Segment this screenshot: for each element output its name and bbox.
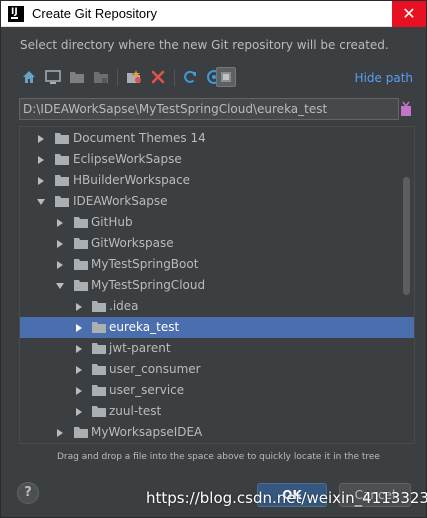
expand-arrow-icon[interactable] (55, 239, 65, 249)
expand-arrow-icon[interactable] (55, 428, 65, 438)
tree-item-label: GitHub (91, 215, 133, 229)
expand-arrow-icon[interactable] (74, 344, 84, 354)
tree-item[interactable]: GitHub (20, 212, 402, 233)
expand-arrow-icon[interactable] (74, 365, 84, 375)
tree-item-label: Document Themes 14 (73, 131, 206, 145)
folder-icon (74, 217, 88, 228)
create-git-repository-dialog: IJ Create Git Repository ✕ Select direct… (0, 0, 427, 518)
refresh-icon[interactable] (181, 68, 199, 86)
folder-icon (74, 280, 88, 291)
folder-icon (55, 154, 69, 165)
watermark-overlay: https://blog.csdn.net/weixin_41133233 (146, 489, 427, 507)
new-folder-icon[interactable] (125, 68, 143, 86)
path-field[interactable]: D:\IDEAWorkSapse\MyTestSpringCloud\eurek… (19, 98, 399, 120)
intellij-app-icon: IJ (8, 6, 24, 22)
project-icon[interactable] (68, 68, 86, 86)
delete-icon[interactable] (149, 68, 167, 86)
folder-icon (74, 427, 88, 438)
tree-item[interactable]: zuul-test (20, 401, 402, 422)
folder-icon (55, 175, 69, 186)
tree-item[interactable]: MyTestSpringBoot (20, 254, 402, 275)
help-button[interactable]: ? (17, 482, 39, 504)
tree-item-label: MyWorksapseIDEA (91, 425, 203, 439)
home-icon[interactable] (20, 68, 38, 86)
folder-icon (92, 406, 106, 417)
tree-item[interactable]: .idea (20, 296, 402, 317)
tree-item[interactable]: MyWorksapseIDEA (20, 422, 402, 443)
folder-icon (92, 385, 106, 396)
expand-arrow-icon[interactable] (74, 407, 84, 417)
title-bar: IJ Create Git Repository ✕ (1, 1, 426, 27)
toolbar-separator (117, 69, 118, 86)
tree-item-label: HBuilderWorkspace (73, 173, 191, 187)
collapse-arrow-icon[interactable] (55, 281, 65, 291)
collapse-arrow-icon[interactable] (36, 197, 46, 207)
tree-item[interactable]: Document Themes 14 (20, 128, 402, 149)
tree-item-label: eureka_test (109, 320, 180, 334)
tree-item-label: .idea (109, 299, 139, 313)
close-button[interactable]: ✕ (392, 1, 426, 27)
tree-item-label: jwt-parent (109, 341, 171, 355)
tree-item-label: MyTestSpringBoot (91, 257, 199, 271)
desktop-icon[interactable] (44, 68, 62, 86)
tree-item[interactable]: IDEAWorkSapse (20, 191, 402, 212)
show-hidden-icon[interactable] (216, 67, 236, 87)
folder-icon (74, 238, 88, 249)
tree-item-label: user_service (109, 383, 185, 397)
file-chooser-toolbar: Hide path (19, 67, 419, 89)
expand-arrow-icon[interactable] (74, 323, 84, 333)
tree-item-label: EclipseWorkSapse (73, 152, 182, 166)
expand-arrow-icon[interactable] (55, 260, 65, 270)
toolbar-separator (174, 69, 175, 86)
expand-arrow-icon[interactable] (74, 386, 84, 396)
tree-item-selected[interactable]: eureka_test (20, 317, 414, 338)
tree-item[interactable]: user_consumer (20, 359, 402, 380)
tree-item[interactable]: MyTestSpringCloud (20, 275, 402, 296)
window-title: Create Git Repository (32, 6, 157, 21)
tree-scrollbar[interactable] (403, 177, 410, 295)
tree-item[interactable]: EclipseWorkSapse (20, 149, 402, 170)
expand-arrow-icon[interactable] (55, 218, 65, 228)
tree-item-label: IDEAWorkSapse (73, 194, 168, 208)
tree-item[interactable]: GitWorkspase (20, 233, 402, 254)
hide-path-link[interactable]: Hide path (355, 71, 413, 85)
tree-item-label: user_consumer (109, 362, 201, 376)
drag-drop-hint: Drag and drop a file into the space abov… (57, 452, 380, 462)
folder-icon (92, 364, 106, 375)
tree-item-label: MyTestSpringCloud (91, 278, 206, 292)
folder-icon (55, 196, 69, 207)
expand-arrow-icon[interactable] (36, 155, 46, 165)
expand-arrow-icon[interactable] (36, 134, 46, 144)
tree-item-label: zuul-test (109, 404, 162, 418)
directory-tree[interactable]: Document Themes 14 EclipseWorkSapse HBui… (19, 126, 415, 444)
folder-icon (92, 343, 106, 354)
path-history-icon[interactable] (400, 100, 412, 118)
folder-icon (92, 301, 106, 312)
path-input-value[interactable]: D:\IDEAWorkSapse\MyTestSpringCloud\eurek… (23, 102, 327, 116)
folder-icon (55, 133, 69, 144)
tree-item[interactable]: HBuilderWorkspace (20, 170, 402, 191)
dialog-description: Select directory where the new Git repos… (20, 38, 389, 52)
module-icon[interactable] (92, 68, 110, 86)
expand-arrow-icon[interactable] (36, 176, 46, 186)
tree-item-label: GitWorkspase (91, 236, 174, 250)
folder-icon (74, 259, 88, 270)
folder-icon (92, 322, 106, 333)
expand-arrow-icon[interactable] (74, 302, 84, 312)
tree-item[interactable]: user_service (20, 380, 402, 401)
tree-item[interactable]: jwt-parent (20, 338, 402, 359)
